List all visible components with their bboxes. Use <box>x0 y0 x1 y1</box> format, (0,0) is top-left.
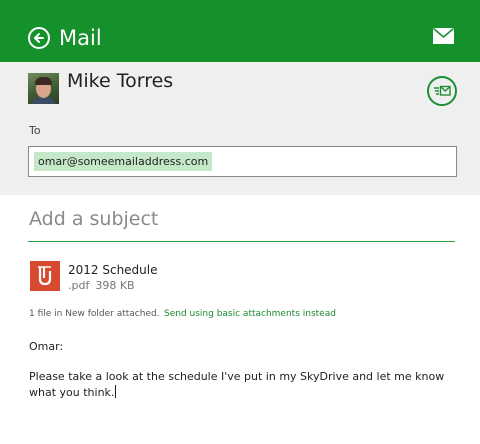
subject-field[interactable]: Add a subject <box>29 206 158 232</box>
to-field[interactable]: omar@someemailaddress.com <box>28 146 457 177</box>
avatar <box>28 73 59 104</box>
subject-underline <box>28 241 455 242</box>
attachment-size: 398 KB <box>95 279 135 292</box>
text-caret <box>115 385 117 398</box>
to-label: To <box>29 124 41 137</box>
attachment-extension: .pdf <box>68 279 90 292</box>
pdf-file-icon <box>38 266 52 286</box>
attachment-info: 1 file in New folder attached. <box>29 309 160 319</box>
sender-name: Mike Torres <box>67 70 174 92</box>
envelope-icon[interactable] <box>433 28 454 44</box>
message-greeting[interactable]: Omar: <box>29 340 63 353</box>
attachment-thumbnail[interactable] <box>30 261 60 291</box>
send-icon <box>434 85 451 96</box>
app-bar: Mail <box>0 0 480 62</box>
attachment-meta: .pdf 398 KB <box>68 279 141 292</box>
app-title: Mail <box>59 26 102 50</box>
back-arrow-icon <box>34 33 44 43</box>
basic-attachments-link[interactable]: Send using basic attachments instead <box>164 309 336 319</box>
attachment-name[interactable]: 2012 Schedule <box>68 263 158 277</box>
message-body-text: Please take a look at the schedule I've … <box>29 370 445 399</box>
back-button[interactable] <box>28 27 50 49</box>
send-button[interactable] <box>427 76 457 106</box>
message-body[interactable]: Please take a look at the schedule I've … <box>29 369 459 401</box>
recipient-chip[interactable]: omar@someemailaddress.com <box>34 152 213 171</box>
